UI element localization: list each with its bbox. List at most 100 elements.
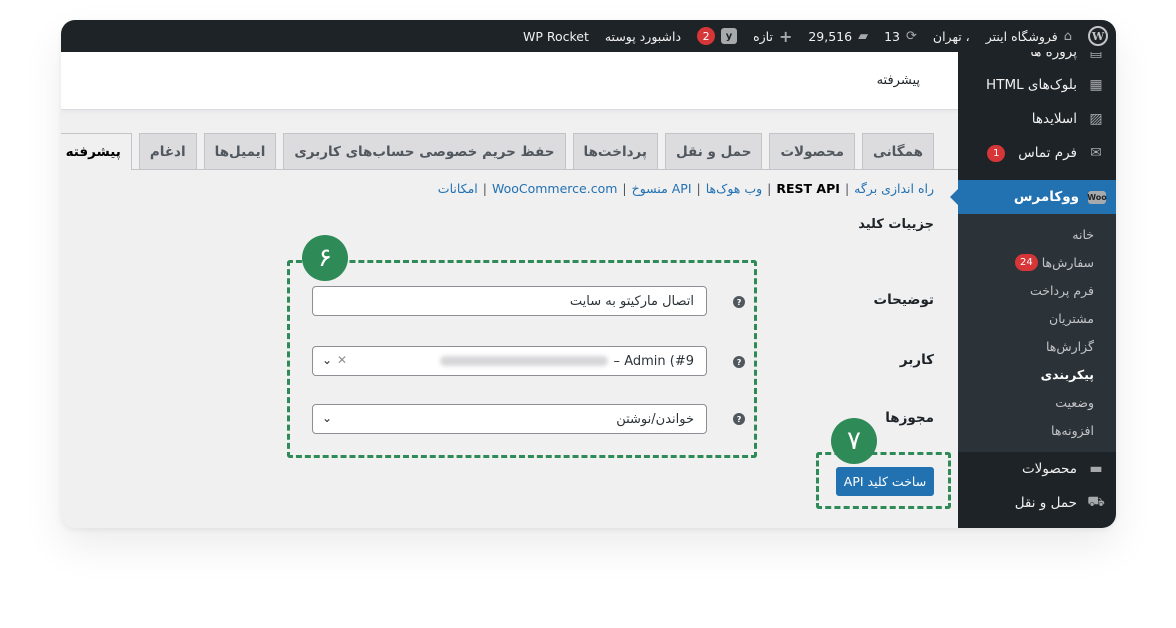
tab-emails[interactable]: ایمیل‌ها (203, 133, 277, 169)
sidebar-item-contact-form[interactable]: ✉ فرم تماس 1 (958, 136, 1116, 170)
sidebar-item-label: حمل و نقل (1014, 495, 1077, 511)
page-title: پیشرفته (876, 73, 920, 88)
subnav-separator: | (844, 181, 850, 196)
sidebar-item-woocommerce[interactable]: Woo ووکامرس (950, 180, 1116, 214)
tab-general[interactable]: همگانی (861, 133, 934, 169)
sidebar-item-label: فرم تماس (1018, 145, 1077, 161)
subnav-legacy-api[interactable]: API منسوخ (632, 181, 692, 196)
portfolio-icon: ▤ (1089, 52, 1103, 60)
subnav-page-setup[interactable]: راه اندازی برگه (854, 181, 934, 196)
woo-icon: Woo (1087, 190, 1107, 204)
tab-label: محصولات (780, 143, 844, 160)
comments-count: 29,516 (808, 28, 853, 44)
tab-label: ایمیل‌ها (214, 143, 266, 160)
sidebar-item-label: ووکامرس (1013, 189, 1079, 205)
dashboard-label: داشبورد پوسته (604, 28, 682, 44)
subnav-rest-api[interactable]: REST API (776, 181, 840, 196)
subnav-separator: | (767, 181, 772, 196)
sidebar-item-label: بلوک‌های HTML (986, 77, 1077, 93)
submenu-item-status[interactable]: وضعیت (958, 388, 1116, 416)
new-content-menu[interactable]: + تازه (753, 27, 792, 46)
updates-menu[interactable]: ⟳ 13 (884, 29, 917, 44)
tab-label: ادغام (149, 143, 186, 160)
subnav-webhooks[interactable]: وب هوک‌ها (706, 181, 762, 196)
yoast-icon: y (721, 28, 738, 44)
submenu-item-settings[interactable]: پیکربندی (958, 360, 1116, 388)
image-icon: ▨ (1089, 111, 1103, 127)
submenu-item-reports[interactable]: گزارش‌ها (958, 332, 1116, 360)
submenu-label: فرم پرداخت (1029, 282, 1094, 298)
notifications-badge: 2 (697, 27, 716, 45)
theme-dashboard-menu[interactable]: داشبورد پوسته (605, 29, 681, 44)
user-label: کاربر (899, 352, 934, 368)
submenu-item-home[interactable]: خانه (958, 220, 1116, 248)
admin-sidebar: ▤ پروژه ها ▦ بلوک‌های HTML ▨ اسلایدها ✉ … (950, 52, 1116, 528)
submenu-label: وضعیت (1055, 394, 1094, 410)
sidebar-item-slides[interactable]: ▨ اسلایدها (958, 102, 1116, 136)
browser-frame: W ⌂ فروشگاه اینتر ، تهران ⟳ 13 ▰ 29,516 … (61, 20, 1116, 528)
tab-accounts-privacy[interactable]: حفظ حریم خصوصی حساب‌های کاربری (283, 133, 566, 169)
sidebar-item-projects[interactable]: ▤ پروژه ها (958, 52, 1116, 64)
updates-count: 13 (884, 28, 900, 44)
description-label: توضیحات (873, 292, 934, 308)
mail-icon: ✉ (1090, 145, 1102, 161)
site-name-menu[interactable]: ⌂ فروشگاه اینتر (986, 29, 1072, 44)
sidebar-item-label: محصولات (1021, 461, 1077, 477)
key-details-heading: جزییات کلید (858, 217, 934, 232)
submenu-item-orders[interactable]: سفارش‌ها 24 (958, 248, 1116, 276)
sidebar-item-html-blocks[interactable]: ▦ بلوک‌های HTML (958, 68, 1116, 102)
grid-icon: ▦ (1089, 77, 1103, 93)
wp-rocket-label: WP Rocket (522, 28, 589, 44)
tab-label: همگانی (872, 143, 923, 160)
archive-icon: ▬ (1089, 461, 1103, 477)
submenu-item-checkout[interactable]: فرم پرداخت (958, 276, 1116, 304)
tab-shipping[interactable]: حمل و نقل (664, 133, 763, 169)
submenu-item-extensions[interactable]: افزونه‌ها (958, 416, 1116, 444)
submenu-label: سفارش‌ها (1041, 254, 1094, 270)
admin-bar: W ⌂ فروشگاه اینتر ، تهران ⟳ 13 ▰ 29,516 … (61, 20, 1116, 52)
comments-menu[interactable]: ▰ 29,516 (808, 29, 868, 44)
advanced-subnav: راه اندازی برگه | REST API | وب هوک‌ها |… (438, 181, 934, 196)
tab-label: حمل و نقل (675, 143, 752, 160)
sidebar-item-label: پروژه ها (1030, 52, 1077, 60)
tab-payments[interactable]: پرداخت‌ها (572, 133, 658, 169)
submenu-label: خانه (1072, 226, 1094, 242)
sidebar-item-shipping[interactable]: ⛟ حمل و نقل (958, 486, 1116, 520)
wp-rocket-menu[interactable]: WP Rocket (523, 29, 589, 44)
location-text: ، تهران (933, 29, 970, 44)
submenu-label: افزونه‌ها (1051, 422, 1094, 438)
tab-advanced[interactable]: پیشرفته (61, 133, 132, 170)
sidebar-item-products[interactable]: ▬ محصولات (958, 452, 1116, 486)
home-icon: ⌂ (1063, 28, 1072, 44)
site-name: فروشگاه اینتر (985, 28, 1058, 44)
settings-tabs: همگانی محصولات حمل و نقل پرداخت‌ها حفظ ح… (61, 133, 958, 170)
submenu-label: پیکربندی (1040, 366, 1094, 382)
subnav-features[interactable]: امکانات (438, 181, 478, 196)
sidebar-item-label: اسلایدها (1031, 111, 1077, 127)
annotation-step-7: ۷ (831, 418, 877, 464)
seo-menu[interactable]: y 2 (697, 27, 738, 45)
plus-icon: + (778, 26, 793, 46)
submenu-label: گزارش‌ها (1045, 338, 1094, 354)
annotation-step-6: ۶ (302, 235, 348, 281)
woocommerce-submenu: خانه سفارش‌ها 24 فرم پرداخت مشتریان گزارش… (958, 214, 1116, 452)
tab-label: حفظ حریم خصوصی حساب‌های کاربری (294, 143, 555, 160)
subnav-separator: | (622, 181, 627, 196)
main-content: پیشرفته همگانی محصولات حمل و نقل پرداخت‌… (61, 52, 958, 528)
orders-count-badge: 24 (1014, 253, 1038, 271)
tab-label: پیشرفته (65, 144, 121, 160)
subnav-woocommerce-com[interactable]: WooCommerce.com (492, 181, 617, 196)
count-badge: 1 (987, 144, 1006, 162)
wordpress-icon: W (1088, 26, 1108, 46)
comment-icon: ▰ (858, 28, 869, 44)
truck-icon: ⛟ (1087, 494, 1105, 510)
subnav-separator: | (482, 181, 487, 196)
page-header: پیشرفته (61, 52, 958, 110)
wp-logo-menu[interactable]: W (1088, 26, 1108, 46)
tab-integration[interactable]: ادغام (138, 133, 197, 169)
submenu-item-customers[interactable]: مشتریان (958, 304, 1116, 332)
tab-products[interactable]: محصولات (769, 133, 855, 169)
new-label: تازه (753, 28, 773, 44)
tab-label: پرداخت‌ها (583, 143, 647, 160)
subnav-separator: | (696, 181, 701, 196)
